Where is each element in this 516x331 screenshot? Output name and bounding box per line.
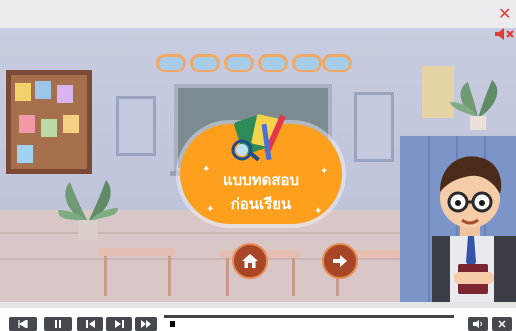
next-icon [114, 320, 124, 328]
cork-board [6, 70, 92, 174]
previous-button[interactable] [77, 317, 103, 331]
close-button[interactable]: ✕ [498, 4, 511, 23]
pause-button[interactable] [44, 317, 72, 331]
pause-icon [55, 320, 61, 328]
classroom-window [116, 96, 156, 156]
home-icon [242, 254, 258, 268]
wall-window-small [190, 54, 220, 72]
close-icon [498, 320, 506, 328]
teacher-character [432, 156, 516, 302]
sparkle-icon: ✦ [314, 206, 323, 217]
classroom-window [354, 92, 394, 162]
speaker-mute-icon [495, 28, 514, 40]
mute-button[interactable] [494, 26, 514, 45]
rewind-start-icon [18, 320, 28, 328]
school-supplies-icon [231, 114, 286, 162]
progress-knob[interactable] [170, 321, 175, 327]
sparkle-icon: ✦ [206, 204, 215, 215]
fast-forward-icon [141, 320, 151, 328]
wall-window-small [156, 54, 186, 72]
pretest-title-card: แบบทดสอบ ก่อนเรียน ✦ ✦ ✦ ✦ [180, 114, 342, 224]
wall-window-small [322, 54, 352, 72]
ceiling [0, 0, 516, 28]
rewind-start-button[interactable] [9, 317, 37, 331]
previous-icon [85, 320, 95, 328]
student-desk [98, 248, 176, 256]
sparkle-icon: ✦ [320, 166, 329, 177]
wall-window-small [224, 54, 254, 72]
volume-button[interactable] [468, 317, 488, 331]
home-button[interactable] [232, 243, 268, 279]
next-button[interactable] [322, 243, 358, 279]
sparkle-icon: ✦ [202, 164, 211, 175]
close-icon: ✕ [498, 4, 512, 23]
wall-window-small [292, 54, 322, 72]
next-track-button[interactable] [106, 317, 132, 331]
player-control-bar [0, 308, 516, 331]
wall-window-small [258, 54, 288, 72]
exit-button[interactable] [492, 317, 512, 331]
volume-icon [473, 320, 482, 328]
fast-forward-button[interactable] [135, 317, 157, 331]
game-scene: แบบทดสอบ ก่อนเรียน ✦ ✦ ✦ ✦ ✕ [0, 0, 516, 302]
progress-track[interactable] [164, 315, 454, 318]
arrow-right-icon [333, 255, 347, 267]
plant-icon [58, 180, 118, 240]
plant-icon [450, 80, 498, 130]
